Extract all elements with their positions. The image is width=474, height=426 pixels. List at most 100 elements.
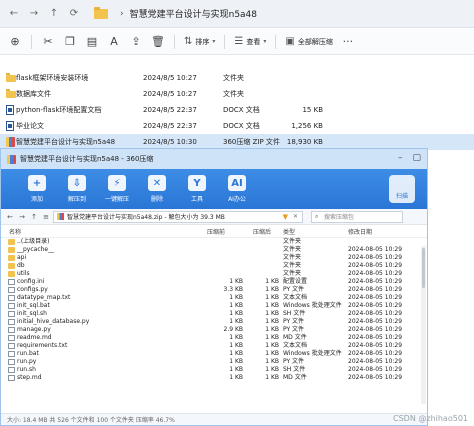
table-row[interactable]: run.py 1 KB 1 KB PY 文件 2024-08-05 10:29: [1, 358, 427, 366]
status-text: 大小: 18.4 MB 共 526 个文件和 100 个文件夹 压缩率 46.7…: [7, 417, 175, 424]
folder-icon: [8, 271, 15, 277]
delete-icon[interactable]: 🗑: [147, 32, 169, 52]
toolbar-divider: [275, 34, 277, 49]
paste-icon[interactable]: ▤: [81, 32, 103, 52]
entry-size: 1 KB: [229, 334, 243, 341]
delete-button[interactable]: ✕ 删除: [137, 175, 177, 203]
table-row[interactable]: __pycache__ 文件夹 2024-08-05 10:29: [1, 246, 427, 254]
zip-logo-icon: [7, 154, 16, 164]
file-size: 15 KB: [302, 106, 323, 114]
new-item-icon[interactable]: ⊕: [4, 32, 26, 52]
close-icon[interactable]: ✕: [293, 213, 298, 220]
forward-arrow-icon[interactable]: →: [17, 213, 27, 221]
tools-button[interactable]: Y 工具: [177, 175, 217, 203]
minimize-icon[interactable]: –: [398, 153, 403, 163]
table-row[interactable]: run.sh 1 KB 1 KB SH 文件 2024-08-05 10:29: [1, 366, 427, 374]
column-size[interactable]: 压缩前: [207, 227, 225, 236]
rename-icon[interactable]: A: [103, 32, 125, 52]
table-row[interactable]: utils 文件夹 2024-08-05 10:29: [1, 270, 427, 278]
file-type: 360压缩 ZIP 文件: [223, 138, 280, 146]
table-row[interactable]: api 文件夹 2024-08-05 10:29: [1, 254, 427, 262]
back-arrow-icon[interactable]: ←: [5, 213, 15, 221]
table-row[interactable]: db 文件夹 2024-08-05 10:29: [1, 262, 427, 270]
table-row[interactable]: init_sql.bat 1 KB 1 KB Windows 批处理文件 2024-08…: [1, 302, 427, 310]
file-row[interactable]: python-flask环境配置文档 2024/8/5 22:37 DOCX 文档 1…: [0, 102, 474, 118]
entry-name: datatype_map.txt: [17, 294, 71, 301]
ai-office-label: AI办公: [228, 196, 246, 203]
column-modified[interactable]: 修改日期: [348, 227, 372, 236]
up-arrow-icon[interactable]: ↑: [46, 6, 62, 22]
archive-search-input[interactable]: ⌕ 搜索压缩包: [311, 210, 403, 223]
table-row[interactable]: init_sql.sh 1 KB 1 KB SH 文件 2024-08-05 10:29: [1, 310, 427, 318]
table-row[interactable]: readme.md 1 KB 1 KB MD 文件 2024-08-05 10:29: [1, 334, 427, 342]
file-name: 毕业论文: [16, 122, 44, 130]
up-arrow-icon[interactable]: ↑: [29, 213, 39, 221]
tools-icon: Y: [188, 175, 206, 191]
table-row[interactable]: configs.py 3.3 KB 1 KB PY 文件 2024-08-05 10:2…: [1, 286, 427, 294]
zip-toolbar: + 添加 ⇩ 解压到 ⚡ 一键解压 ✕ 删除 Y 工具 AI AI办公 扫描: [1, 169, 427, 209]
add-button[interactable]: + 添加: [17, 175, 57, 203]
vertical-scrollbar[interactable]: [421, 246, 426, 404]
forward-arrow-icon[interactable]: →: [26, 6, 42, 22]
file-name: python-flask环境配置文档: [16, 106, 102, 114]
entry-compressed: 1 KB: [265, 294, 279, 301]
extract-all-button[interactable]: ▣ 全部解压缩: [281, 32, 336, 52]
file-row[interactable]: 数据库文件 2024/8/5 10:27 文件夹: [0, 86, 474, 102]
view-icon: ☰: [234, 36, 244, 47]
window-controls: – ▢: [398, 153, 421, 163]
table-row[interactable]: initial_hive_database.py 1 KB 1 KB PY 文件 202…: [1, 318, 427, 326]
extract-to-button[interactable]: ⇩ 解压到: [57, 175, 97, 203]
entry-compressed: 1 KB: [265, 318, 279, 325]
view-button[interactable]: ☰ 查看 ▾: [230, 32, 270, 52]
table-row[interactable]: config.ini 1 KB 1 KB 配置设置 2024-08-05 10:29: [1, 278, 427, 286]
entry-name: manage.py: [17, 326, 51, 333]
entry-name: requirements.txt: [17, 342, 68, 349]
file-icon: [8, 311, 15, 317]
cut-icon[interactable]: ✂: [37, 32, 59, 52]
file-icon: [8, 319, 15, 325]
table-row[interactable]: manage.py 2.9 KB 1 KB PY 文件 2024-08-05 10:29: [1, 326, 427, 334]
entry-name: init_sql.bat: [17, 302, 50, 309]
chevron-down-icon[interactable]: ▼: [283, 213, 288, 221]
archive-path-field[interactable]: 智慧党建平台设计与实现n5a48.zip - 解包大小为 39.3 MB ▼ ✕: [53, 210, 303, 223]
entry-modified: 2024-08-05 10:29: [348, 294, 403, 301]
breadcrumb[interactable]: 智慧党建平台设计与实现n5a48: [130, 7, 257, 20]
table-row[interactable]: requirements.txt 1 KB 1 KB 文本文档 2024-08-05 1…: [1, 342, 427, 350]
zip-window-title: 智慧党建平台设计与实现n5a48 - 360压缩: [20, 155, 154, 163]
file-row[interactable]: flask框架环境安装环境 2024/8/5 10:27 文件夹: [0, 70, 474, 86]
search-icon: ⌕: [315, 212, 319, 220]
refresh-icon[interactable]: ⟳: [66, 6, 82, 22]
sort-button[interactable]: ⇅ 排序 ▾: [180, 32, 219, 52]
entry-name: run.sh: [17, 366, 36, 373]
one-click-extract-label: 一键解压: [104, 196, 129, 203]
ai-office-button[interactable]: AI AI办公: [217, 175, 257, 203]
file-icon: [8, 327, 15, 333]
toolbar-divider: [174, 34, 175, 49]
word-document-icon: [6, 121, 14, 131]
entry-name: run.bat: [17, 350, 39, 357]
maximize-icon[interactable]: ▢: [412, 153, 421, 163]
share-icon[interactable]: ⇪: [125, 32, 147, 52]
add-label: 添加: [30, 196, 43, 203]
copy-icon[interactable]: ❐: [59, 32, 81, 52]
column-type[interactable]: 类型: [283, 227, 295, 236]
column-compressed[interactable]: 压缩后: [253, 227, 271, 236]
delete-label: 删除: [150, 196, 163, 203]
entry-compressed: 1 KB: [265, 374, 279, 381]
table-row[interactable]: ..(上级目录) 文件夹: [1, 238, 427, 246]
scan-button[interactable]: 扫描: [389, 175, 415, 203]
more-options-icon[interactable]: ···: [337, 32, 359, 52]
column-name[interactable]: 名称: [9, 227, 21, 236]
table-row[interactable]: run.bat 1 KB 1 KB Windows 批处理文件 2024-08-05 1…: [1, 350, 427, 358]
folder-icon: [8, 247, 15, 253]
one-click-extract-button[interactable]: ⚡ 一键解压: [97, 175, 137, 203]
back-arrow-icon[interactable]: ←: [6, 6, 22, 22]
extract-icon: ▣: [285, 36, 295, 47]
table-row[interactable]: datatype_map.txt 1 KB 1 KB 文本文档 2024-08-05 1…: [1, 294, 427, 302]
scrollbar-thumb[interactable]: [422, 248, 425, 288]
list-view-icon[interactable]: ≡: [41, 213, 51, 221]
table-row[interactable]: step.md 1 KB 1 KB MD 文件 2024-08-05 10:29: [1, 374, 427, 382]
file-row[interactable]: 毕业论文 2024/8/5 22:37 DOCX 文档 1,256 KB: [0, 118, 474, 134]
entry-size: 1 KB: [229, 350, 243, 357]
entry-type: 文本文档: [283, 342, 308, 349]
